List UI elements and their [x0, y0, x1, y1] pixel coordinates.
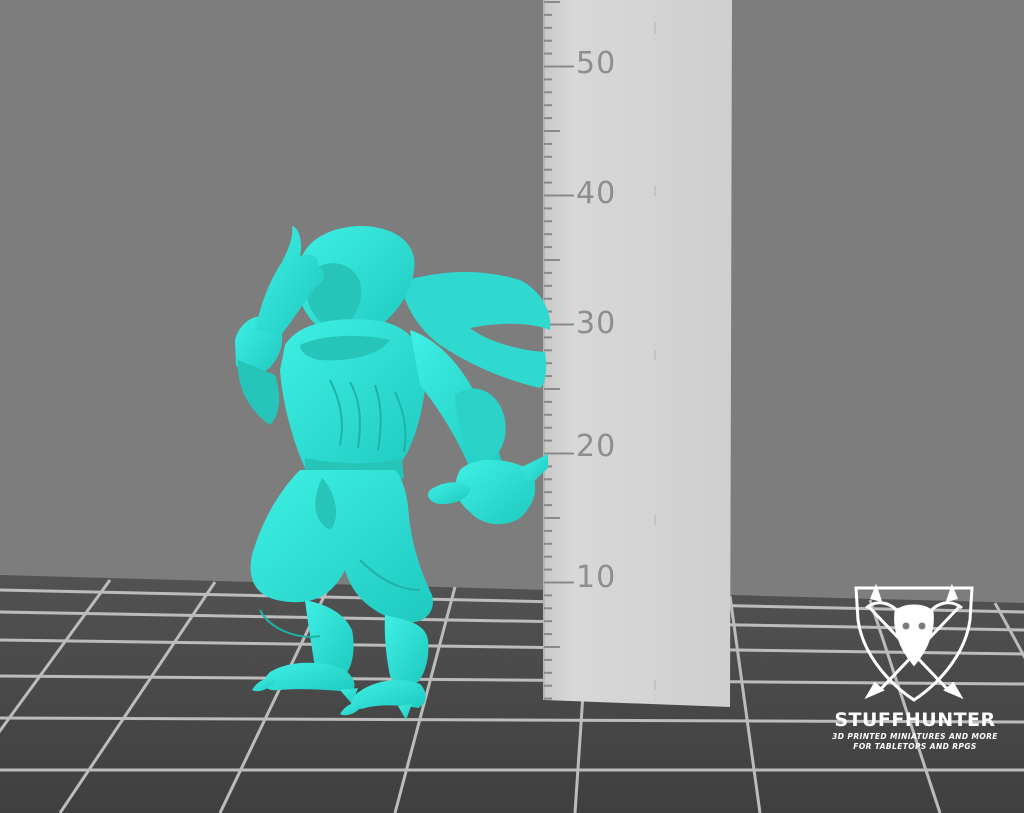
watermark-brand-name: STUFFHUNTER — [834, 709, 996, 731]
ruler-label-40: 40 — [576, 176, 617, 211]
3d-scene[interactable] — [0, 0, 1024, 813]
watermark-tagline-1: 3D PRINTED MINIATURES AND MORE — [832, 732, 998, 741]
watermark-tagline-2: FOR TABLETOPS AND RPGS — [853, 742, 977, 751]
viewer-viewport[interactable]: 50 40 30 20 10 STUFFHUNTER 3D PRINTED MI… — [0, 0, 1024, 813]
scale-ruler — [543, 0, 732, 707]
ruler-label-30: 30 — [576, 306, 617, 341]
ruler-label-10: 10 — [576, 560, 617, 595]
ruler-label-20: 20 — [576, 429, 617, 464]
ruler-label-50: 50 — [576, 46, 617, 81]
